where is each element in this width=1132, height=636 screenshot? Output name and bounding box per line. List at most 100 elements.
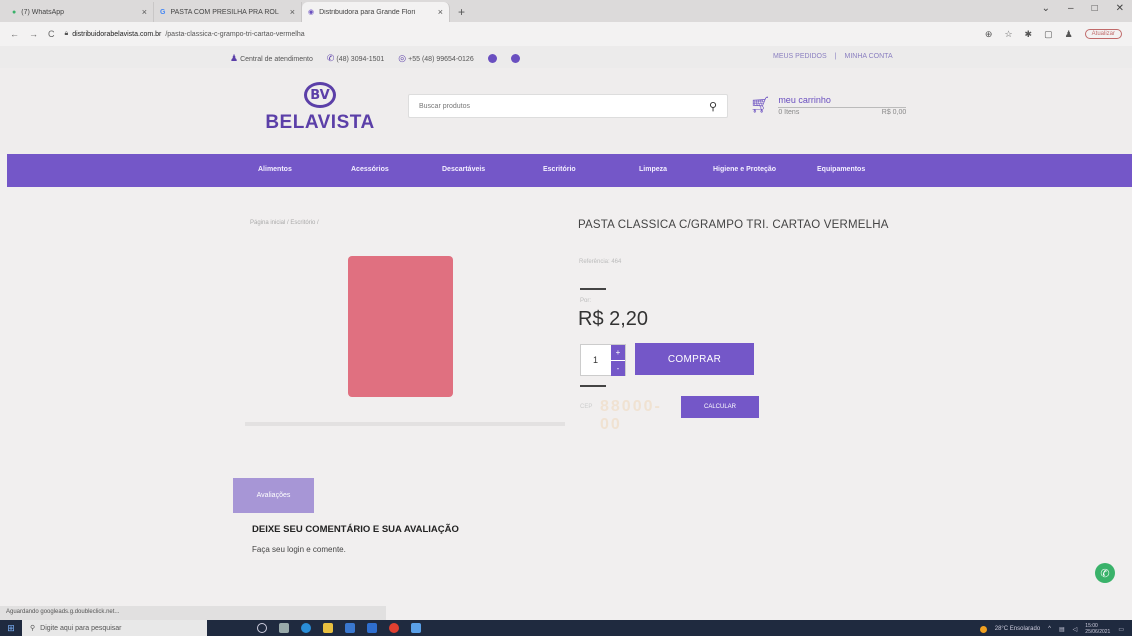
nav-item-higiene[interactable]: Higiene e Proteção <box>713 166 776 173</box>
new-tab-button[interactable]: + <box>458 2 465 22</box>
cart-widget[interactable]: 🛒︎ meu carrinho 0 Itens R$ 0,00 <box>750 95 907 116</box>
app-icon[interactable] <box>411 623 421 633</box>
phone-label: (48) 3094-1501 <box>336 56 385 63</box>
taskbar-search-placeholder: Digite aqui para pesquisar <box>40 624 122 632</box>
nav-item-equipamentos[interactable]: Equipamentos <box>817 166 865 173</box>
site-logo[interactable]: BV BELAVISTA <box>260 82 380 134</box>
separator: | <box>834 53 837 60</box>
reviews-title: DEIXE SEU COMENTÁRIO E SUA AVALIAÇÃO <box>252 524 459 535</box>
nav-item-alimentos[interactable]: Alimentos <box>258 166 292 173</box>
close-icon[interactable]: × <box>438 7 443 17</box>
cart-items: 0 Itens <box>778 109 800 116</box>
url-path: /pasta-classica-c-grampo-tri-cartao-verm… <box>165 30 305 38</box>
weather-text[interactable]: 28°C Ensolarado <box>995 626 1040 632</box>
star-icon[interactable]: ☆ <box>1004 29 1012 40</box>
cep-input[interactable]: 88000-00 <box>600 398 676 433</box>
zoom-icon[interactable]: ⊕ <box>985 29 993 40</box>
support-label: Central de atendimento <box>240 56 313 63</box>
cart-summary: 0 Itens R$ 0,00 <box>778 107 907 116</box>
edge-icon[interactable] <box>301 623 311 633</box>
facebook-icon[interactable] <box>487 54 497 63</box>
browser-tab-whatsapp[interactable]: ● (7) WhatsApp × <box>6 2 154 22</box>
buy-button[interactable]: COMPRAR <box>635 343 754 375</box>
whatsapp-icon: ● <box>12 8 17 16</box>
plus-icon[interactable]: + <box>611 345 625 360</box>
instagram-icon[interactable] <box>510 54 520 63</box>
clock-date: 25/06/2021 <box>1085 629 1111 635</box>
whatsapp-icon[interactable]: ✆ <box>1095 563 1115 583</box>
sidebar-icon[interactable]: ▢ <box>1044 29 1053 40</box>
store-icon[interactable] <box>345 623 355 633</box>
mail-icon[interactable] <box>367 623 377 633</box>
browser-toolbar-right: ⊕ ☆ ✱ ▢ ♟ Atualizar <box>985 29 1122 40</box>
browser-tab-google[interactable]: G PASTA COM PRESILHA PRA ROL × <box>154 2 302 22</box>
tab-title: PASTA COM PRESILHA PRA ROL <box>170 8 279 16</box>
system-tray: 28°C Ensolarado ^ ▤ ◁ 15:00 25/06/2021 ▭ <box>979 623 1124 635</box>
search-input[interactable]: Buscar produtos ⚲ <box>408 94 728 118</box>
chevron-up-icon[interactable]: ^ <box>1048 626 1051 632</box>
nav-item-limpeza[interactable]: Limpeza <box>639 166 667 173</box>
support-link[interactable]: ♟ Central de atendimento <box>230 53 313 64</box>
browser-tabstrip: ● (7) WhatsApp × G PASTA COM PRESILHA PR… <box>0 0 1132 22</box>
whatsapp-link[interactable]: ◎ +55 (48) 99654-0126 <box>398 53 473 64</box>
taskbar-search-input[interactable]: ⚲ Digite aqui para pesquisar <box>22 620 207 636</box>
forward-icon[interactable]: → <box>29 29 38 39</box>
nav-item-acessorios[interactable]: Acessórios <box>351 166 389 173</box>
product-price: R$ 2,20 <box>578 308 649 330</box>
windows-start-icon[interactable]: ⊞ <box>0 620 22 636</box>
reload-icon[interactable]: C <box>48 29 55 39</box>
account-links: MEUS PEDIDOS | MINHA CONTA <box>773 53 893 60</box>
maximize-icon[interactable]: □ <box>1092 3 1098 14</box>
divider <box>580 385 606 387</box>
product-title: PASTA CLASSICA C/GRAMPO TRI. CARTAO VERM… <box>578 219 889 231</box>
weather-icon <box>979 625 987 633</box>
calculate-shipping-button[interactable]: CALCULAR <box>681 396 759 418</box>
phone-icon: ✆ <box>326 53 335 63</box>
chevron-down-icon[interactable]: ⌄ <box>1042 3 1050 14</box>
divider <box>580 288 606 290</box>
google-icon: G <box>160 8 166 16</box>
file-explorer-icon[interactable] <box>323 623 333 633</box>
support-icon: ♟ <box>230 53 239 63</box>
back-icon[interactable]: ← <box>10 29 19 39</box>
main-nav: Alimentos Acessórios Descartáveis Escrit… <box>7 154 1132 187</box>
phone-link[interactable]: ✆ (48) 3094-1501 <box>327 53 384 64</box>
search-icon[interactable]: ⚲ <box>709 100 717 113</box>
volume-icon[interactable]: ◁ <box>1073 626 1078 633</box>
tab-title: Distribuidora para Grande Flori <box>319 8 416 16</box>
task-view-icon[interactable] <box>279 623 289 633</box>
close-icon[interactable]: × <box>290 7 295 17</box>
reviews-login-prompt[interactable]: Faça seu login e comente. <box>252 545 346 554</box>
close-icon[interactable]: × <box>142 7 147 17</box>
minus-icon[interactable]: - <box>611 361 625 376</box>
update-button[interactable]: Atualizar <box>1084 29 1122 39</box>
cart-total: R$ 0,00 <box>881 109 907 116</box>
close-window-icon[interactable]: ✕ <box>1116 3 1124 14</box>
notifications-icon[interactable]: ▭ <box>1118 626 1124 633</box>
quantity-value[interactable]: 1 <box>593 355 598 365</box>
logo-mark: BV <box>304 82 336 108</box>
network-icon[interactable]: ▤ <box>1059 626 1065 633</box>
my-orders-link[interactable]: MEUS PEDIDOS <box>773 53 827 60</box>
nav-item-escritorio[interactable]: Escritório <box>543 166 576 173</box>
breadcrumb[interactable]: Página inicial / Escritório / <box>250 220 319 226</box>
my-account-link[interactable]: MINHA CONTA <box>845 53 893 60</box>
chrome-icon[interactable] <box>389 623 399 633</box>
price-label: Por: <box>580 298 592 304</box>
window-controls: ⌄ – □ ✕ <box>1042 3 1124 14</box>
logo-text: BELAVISTA <box>265 112 375 133</box>
cortana-icon[interactable] <box>257 623 267 633</box>
nav-item-descartaveis[interactable]: Descartáveis <box>442 166 485 173</box>
cart-title: meu carrinho <box>778 95 831 105</box>
profile-icon[interactable]: ♟ <box>1065 29 1073 40</box>
clock[interactable]: 15:00 25/06/2021 <box>1085 623 1110 635</box>
taskbar-apps <box>257 623 421 633</box>
minimize-icon[interactable]: – <box>1068 3 1074 14</box>
top-info-bar: ♟ Central de atendimento ✆ (48) 3094-1501 … <box>0 46 1132 68</box>
url-field[interactable]: 🔒︎ distribuidorabelavista.com.br/pasta-c… <box>65 30 975 38</box>
product-image[interactable] <box>348 256 453 397</box>
extensions-icon[interactable]: ✱ <box>1025 29 1033 40</box>
quantity-stepper[interactable]: 1 + - <box>580 344 626 376</box>
browser-tab-active[interactable]: ◉ Distribuidora para Grande Flori × <box>302 2 450 22</box>
tab-reviews[interactable]: Avaliações <box>233 478 314 513</box>
